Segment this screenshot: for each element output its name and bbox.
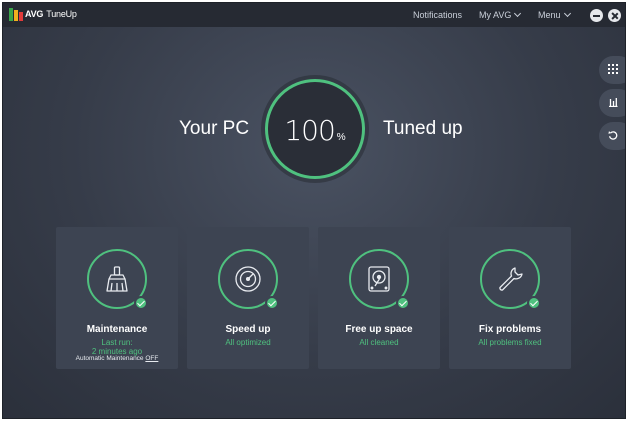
broom-icon xyxy=(106,266,128,292)
check-badge-icon xyxy=(134,296,148,310)
hard-drive-icon xyxy=(368,266,390,292)
check-badge-icon xyxy=(265,296,279,310)
speed-up-card[interactable]: Speed up All optimized xyxy=(187,227,309,369)
card-status: All cleaned xyxy=(359,338,399,347)
title-bar: AVG TuneUp Notifications My AVG Menu xyxy=(3,3,625,27)
stats-icon xyxy=(609,98,618,107)
card-title: Fix problems xyxy=(478,324,542,335)
fix-problems-card[interactable]: Fix problems All problems fixed xyxy=(449,227,571,369)
app-window: AVG TuneUp Notifications My AVG Menu Your xyxy=(2,2,626,419)
tune-score-number: 100 xyxy=(284,114,335,147)
tune-score-unit: % xyxy=(336,132,346,143)
card-title: Free up space xyxy=(345,324,413,335)
auto-maintenance-note: Automatic Maintenance OFF xyxy=(56,355,178,362)
auto-maintenance-toggle[interactable]: OFF xyxy=(145,355,158,362)
undo-button[interactable] xyxy=(599,122,625,150)
minimize-button[interactable] xyxy=(590,9,603,22)
apps-grid-icon xyxy=(608,64,618,74)
my-avg-label: My AVG xyxy=(479,10,512,20)
app-brand: AVG TuneUp xyxy=(25,9,77,19)
card-title: Speed up xyxy=(225,324,271,335)
card-status: Last run: xyxy=(101,338,133,347)
stats-button[interactable] xyxy=(599,89,625,117)
maintenance-card[interactable]: Maintenance Last run: 2 minutes ago Auto… xyxy=(56,227,178,369)
card-status: All problems fixed xyxy=(478,338,542,347)
brand-avg: AVG xyxy=(25,9,44,19)
card-title: Maintenance xyxy=(86,324,148,335)
speedometer-icon xyxy=(235,266,261,292)
undo-icon xyxy=(608,131,618,140)
menu-button[interactable]: Menu xyxy=(538,9,571,20)
tune-score-gauge: 100% xyxy=(265,79,365,179)
card-status: All optimized xyxy=(225,338,271,347)
free-up-space-card[interactable]: Free up space All cleaned xyxy=(318,227,440,369)
chevron-down-icon xyxy=(563,9,571,18)
hero-label-right: Tuned up xyxy=(383,118,463,139)
apps-grid-button[interactable] xyxy=(599,56,625,84)
notifications-link[interactable]: Notifications xyxy=(413,10,462,20)
close-button[interactable] xyxy=(608,9,621,22)
avg-logo-icon xyxy=(9,8,23,21)
brand-product: TuneUp xyxy=(46,9,77,19)
menu-label: Menu xyxy=(538,10,561,20)
check-badge-icon xyxy=(396,296,410,310)
my-avg-menu[interactable]: My AVG xyxy=(479,9,522,20)
check-badge-icon xyxy=(527,296,541,310)
chevron-down-icon xyxy=(514,9,522,18)
hero-label-left: Your PC xyxy=(179,118,250,139)
tune-score-value: 100% xyxy=(268,114,362,147)
wrench-icon xyxy=(499,267,523,291)
auto-maintenance-label: Automatic Maintenance xyxy=(75,355,144,362)
notifications-label: Notifications xyxy=(413,10,463,20)
